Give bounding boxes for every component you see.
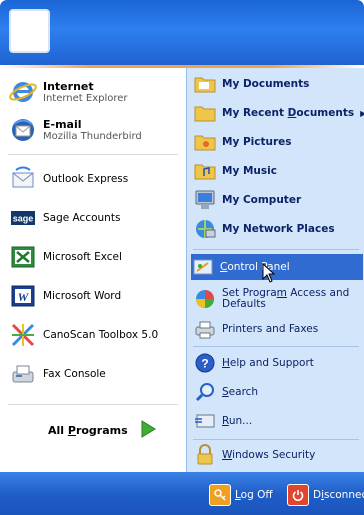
start-menu-header (0, 0, 364, 65)
power-icon (287, 484, 309, 506)
right-separator (193, 346, 359, 347)
my-music-item[interactable]: My Music (193, 158, 359, 184)
word-icon: W (8, 281, 38, 311)
start-menu: Internet Internet Explorer E-mail Mozill… (0, 0, 364, 515)
recent-canoscan-toolbox[interactable]: CanoScan Toolbox 5.0 (8, 317, 182, 353)
right-item-label: My Network Places (222, 223, 335, 235)
log-off-button[interactable]: Log Off (209, 484, 273, 506)
disconnect-button[interactable]: Disconnect (287, 484, 364, 506)
network-icon (193, 217, 217, 241)
pinned-subtitle: Internet Explorer (43, 92, 128, 104)
mouse-cursor (262, 262, 276, 286)
windows-security-item[interactable]: Windows Security (193, 442, 359, 468)
svg-text:W: W (18, 290, 30, 304)
sage-icon: sage (8, 203, 38, 233)
pinned-title: Internet (43, 79, 94, 93)
folder-documents-icon (193, 72, 217, 96)
all-programs-button[interactable]: All Programs (48, 420, 156, 441)
program-access-icon (193, 287, 217, 311)
right-item-label: Set Program Access and Defaults (222, 287, 350, 310)
user-avatar[interactable] (9, 9, 50, 53)
recent-label: Outlook Express (43, 173, 129, 185)
log-off-label: Log Off (235, 489, 273, 501)
all-programs-label: All Programs (48, 424, 128, 437)
printers-and-faxes-item[interactable]: Printers and Faxes (193, 316, 359, 342)
right-item-label: My Recent Documents (222, 107, 355, 119)
pinned-internet[interactable]: Internet Internet Explorer (8, 74, 182, 110)
right-item-label: Printers and Faxes (222, 322, 319, 335)
my-documents-item[interactable]: My Documents (193, 71, 359, 97)
folder-music-icon (193, 159, 217, 183)
recent-sage-accounts[interactable]: sage Sage Accounts (8, 200, 182, 236)
thunderbird-icon (8, 115, 38, 145)
recent-outlook-express[interactable]: Outlook Express (8, 161, 182, 197)
right-item-label: My Computer (222, 194, 302, 206)
right-item-label: Run... (222, 414, 253, 427)
canoscan-icon (8, 320, 38, 350)
right-item-label: Windows Security (222, 448, 316, 461)
right-item-label: My Pictures (222, 136, 292, 148)
my-computer-item[interactable]: My Computer (193, 187, 359, 213)
right-item-label: Help and Support (222, 356, 314, 369)
excel-icon (8, 242, 38, 272)
my-pictures-item[interactable]: My Pictures (193, 129, 359, 155)
search-icon (193, 380, 217, 404)
lock-icon (193, 443, 217, 467)
key-icon (209, 484, 231, 506)
all-programs-separator (8, 404, 178, 405)
right-separator (193, 249, 359, 250)
start-menu-footer: Log Off Disconnect (0, 472, 364, 515)
right-item-label: Search (222, 385, 259, 398)
search-item[interactable]: Search (193, 379, 359, 405)
my-network-places-item[interactable]: My Network Places (193, 216, 359, 242)
pinned-email[interactable]: E-mail Mozilla Thunderbird (8, 112, 182, 148)
right-item-label: My Documents (222, 78, 310, 90)
right-separator (193, 439, 359, 440)
recent-label: Microsoft Excel (43, 251, 122, 263)
recent-label: CanoScan Toolbox 5.0 (43, 329, 159, 341)
svg-text:?: ? (201, 357, 208, 371)
my-recent-documents-item[interactable]: My Recent Documents ▶ (193, 100, 364, 126)
control-panel-icon (191, 255, 215, 279)
control-panel-item[interactable]: Control Panel (191, 254, 363, 280)
recent-label: Microsoft Word (43, 290, 122, 302)
printer-icon (193, 317, 217, 341)
outlook-express-icon (8, 164, 38, 194)
submenu-arrow-icon: ▶ (360, 108, 364, 118)
help-and-support-item[interactable]: ? Help and Support (193, 350, 359, 376)
green-arrow-icon (140, 420, 156, 441)
pinned-subtitle: Mozilla Thunderbird (43, 130, 142, 142)
right-item-label: Control Panel (220, 260, 290, 273)
folder-recent-icon (193, 101, 217, 125)
help-icon: ? (193, 351, 217, 375)
left-panel: Internet Internet Explorer E-mail Mozill… (0, 68, 186, 472)
disconnect-label: Disconnect (313, 489, 364, 501)
run-item[interactable]: Run... (193, 408, 359, 434)
run-icon (193, 409, 217, 433)
svg-text:sage: sage (13, 214, 34, 224)
fax-icon (8, 359, 38, 389)
recent-label: Fax Console (43, 368, 106, 380)
recent-fax-console[interactable]: Fax Console (8, 356, 182, 392)
recent-microsoft-excel[interactable]: Microsoft Excel (8, 239, 182, 275)
right-item-label: My Music (222, 165, 277, 177)
folder-pictures-icon (193, 130, 217, 154)
recent-microsoft-word[interactable]: W Microsoft Word (8, 278, 182, 314)
set-program-access-item[interactable]: Set Program Access and Defaults (193, 284, 359, 314)
computer-icon (193, 188, 217, 212)
internet-explorer-icon (8, 77, 38, 107)
pinned-separator (8, 154, 178, 155)
pinned-title: E-mail (43, 117, 82, 131)
recent-label: Sage Accounts (43, 212, 121, 224)
